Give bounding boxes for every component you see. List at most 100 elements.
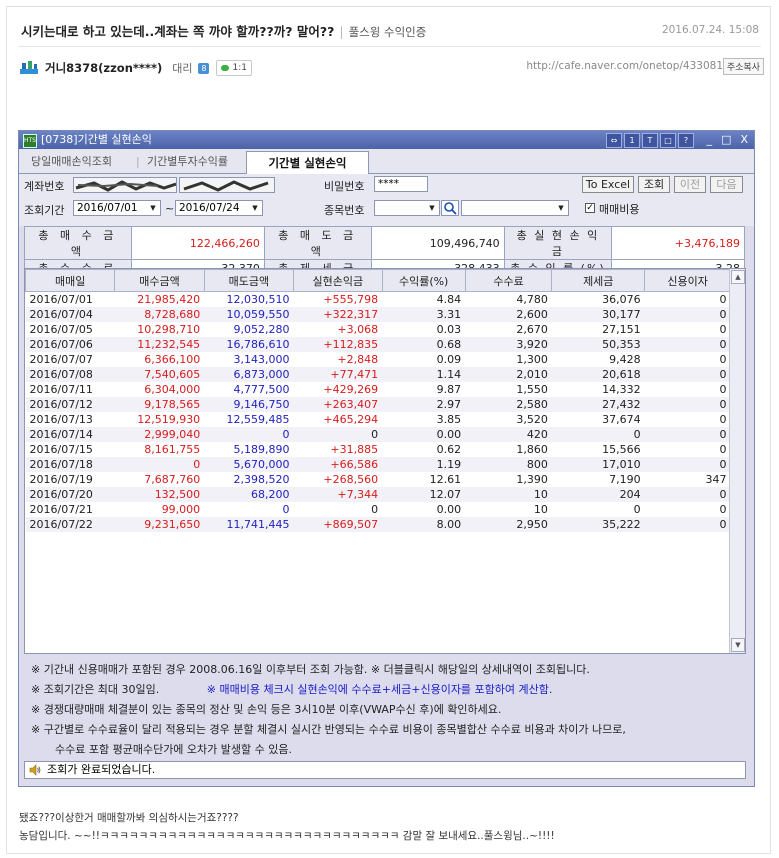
password-input[interactable]: **** bbox=[374, 176, 428, 192]
col-fee[interactable]: 수수료 bbox=[464, 269, 553, 292]
table-row[interactable]: 2016/07/07 6,366,100 3,143,000 +2,848 0.09 1,… bbox=[26, 352, 731, 367]
next-button[interactable]: 다음 bbox=[710, 176, 743, 193]
cell-credit-interest: 0 bbox=[644, 427, 731, 442]
note-period: ※ 조회기간은 최대 30일임. ※ 매매비용 체크시 실현손익에 수수료+세금… bbox=[31, 681, 552, 697]
author-avatar-icon bbox=[20, 61, 38, 74]
query-button[interactable]: 조회 bbox=[638, 176, 670, 193]
cell-sell-amount: 12,559,485 bbox=[226, 413, 290, 426]
chat-badge[interactable]: 1:1 bbox=[216, 60, 252, 76]
cell-realized-pnl: +268,560 bbox=[323, 473, 379, 486]
cell-buy-amount: 7,540,605 bbox=[114, 367, 205, 382]
cell-return-rate: 0.68 bbox=[382, 337, 466, 352]
link-icon[interactable]: ⇔ bbox=[606, 133, 622, 148]
cell-realized-pnl: +3,068 bbox=[337, 323, 379, 336]
grid-header-row: 매매일 매수금액 매도금액 실현손익금 수익률(%) 수수료 제세금 신용이자 bbox=[25, 269, 731, 292]
cell-realized-pnl: +66,586 bbox=[293, 457, 383, 472]
chevron-down-icon[interactable]: ▼ bbox=[555, 202, 567, 214]
tab-period-return[interactable]: 기간별투자수익률 bbox=[147, 153, 228, 171]
cell-fee: 2,580 bbox=[465, 397, 552, 412]
text-icon[interactable]: T bbox=[642, 133, 658, 148]
account-number-field[interactable] bbox=[73, 177, 177, 193]
cell-return-rate: 0.03 bbox=[436, 323, 462, 336]
col-sell-amount[interactable]: 매도금액 bbox=[203, 269, 295, 292]
col-realized-pnl[interactable]: 실현손익금 bbox=[293, 269, 383, 292]
stock-name-select[interactable]: ▼ bbox=[461, 200, 569, 216]
cell-sell-amount: 10,059,550 bbox=[204, 307, 294, 322]
cell-tax: 37,674 bbox=[602, 413, 641, 426]
date-to-input[interactable]: 2016/07/24 ▼ bbox=[175, 200, 263, 216]
col-return-rate[interactable]: 수익률(%) bbox=[381, 269, 466, 292]
post-comment-1: 됐죠???이상한거 매매할까봐 의심하시는거죠???? bbox=[19, 812, 239, 824]
table-row[interactable]: 2016/07/18 0 5,670,000 +66,586 1.19 800 17,010… bbox=[25, 457, 731, 472]
table-row[interactable]: 2016/07/14 2,999,040 0 0 0.00 420 0 0 bbox=[25, 427, 731, 442]
cell-trade-date: 2016/07/21 bbox=[29, 503, 93, 516]
table-row[interactable]: 2016/07/04 8,728,680 10,059,550 +322,317 3.3… bbox=[25, 307, 731, 322]
col-trade-date[interactable]: 매매일 bbox=[25, 269, 116, 292]
cell-realized-pnl: +465,294 bbox=[323, 413, 379, 426]
cell-tax: 30,177 bbox=[551, 307, 645, 322]
scroll-down-icon[interactable]: ▼ bbox=[731, 638, 745, 652]
col-buy-amount[interactable]: 매수금액 bbox=[114, 269, 205, 292]
fee-checkbox[interactable]: ✓ bbox=[585, 203, 595, 213]
grid-scrollbar[interactable]: ▲ ▼ bbox=[729, 269, 745, 653]
number-icon[interactable]: 1 bbox=[624, 133, 640, 148]
copy-icon[interactable]: □ bbox=[660, 133, 676, 148]
col-tax[interactable]: 제세금 bbox=[551, 269, 646, 292]
scroll-up-icon[interactable]: ▲ bbox=[731, 270, 745, 284]
tab-daily-pnl[interactable]: 당일매매손익조회 bbox=[31, 153, 112, 171]
cell-fee: 420 bbox=[465, 427, 552, 442]
note-vwap: ※ 경쟁대량매매 체결분이 있는 종목의 정산 및 손익 등은 3시10분 이후… bbox=[31, 703, 502, 716]
cell-return-rate: 4.84 bbox=[436, 293, 462, 306]
table-row[interactable]: 2016/07/15 8,161,755 5,189,890 +31,885 0.62 1… bbox=[26, 442, 731, 457]
col-credit-interest[interactable]: 신용이자 bbox=[644, 269, 731, 292]
author-name[interactable]: 거니8378(zzon****) bbox=[45, 60, 162, 76]
minimize-icon[interactable]: _ bbox=[707, 131, 713, 149]
table-row[interactable]: 2016/07/06 11,232,545 16,786,610 +112,835 0.… bbox=[25, 337, 731, 352]
maximize-icon[interactable]: □ bbox=[721, 131, 731, 149]
table-row[interactable]: 2016/07/01 21,985,420 12,030,510 +555,798 4.… bbox=[26, 292, 731, 308]
cell-trade-date: 2016/07/15 bbox=[29, 443, 93, 456]
table-row[interactable]: 2016/07/22 9,231,650 11,741,445 +869,507 8.0… bbox=[25, 517, 731, 532]
cell-buy-amount: 132,500 bbox=[114, 487, 205, 502]
cell-realized-pnl: +263,407 bbox=[293, 397, 383, 412]
cell-sell-amount: 11,741,445 bbox=[204, 517, 294, 532]
copy-url-button[interactable]: 주소복사 bbox=[722, 58, 764, 75]
chevron-down-icon[interactable]: ▼ bbox=[147, 202, 159, 214]
post-url[interactable]: http://cafe.naver.com/onetop/433081 bbox=[526, 60, 723, 72]
table-row[interactable]: 2016/07/05 10,298,710 9,052,280 +3,068 0.03 2… bbox=[26, 322, 731, 337]
close-icon[interactable]: X bbox=[740, 131, 748, 149]
chevron-down-icon[interactable]: ▼ bbox=[426, 202, 438, 214]
cell-return-rate: 1.19 bbox=[382, 457, 466, 472]
prev-button[interactable]: 이전 bbox=[674, 176, 706, 193]
chevron-down-icon[interactable]: ▼ bbox=[249, 202, 261, 214]
stock-code-label: 종목번호 bbox=[324, 204, 365, 217]
table-row[interactable]: 2016/07/20 132,500 68,200 +7,344 12.07 10 204 0 bbox=[25, 487, 731, 502]
table-row[interactable]: 2016/07/21 99,000 0 0 0.00 10 0 0 bbox=[26, 502, 731, 517]
cell-fee: 2,950 bbox=[465, 517, 552, 532]
help-icon[interactable]: ? bbox=[678, 133, 694, 148]
cell-credit-interest: 0 bbox=[719, 443, 727, 456]
cell-credit-interest: 0 bbox=[719, 293, 727, 306]
board-name[interactable]: 풀스윙 수익인증 bbox=[349, 25, 427, 39]
table-row[interactable]: 2016/07/19 7,687,760 2,398,520 +268,560 12.6… bbox=[26, 472, 731, 487]
cell-buy-amount: 7,687,760 bbox=[144, 473, 201, 486]
cell-trade-date: 2016/07/04 bbox=[25, 307, 115, 322]
post-title[interactable]: 시키는대로 하고 있는데..계좌는 쪽 까야 할까??까? 말어?? | 풀스윙 수… bbox=[21, 21, 426, 40]
to-excel-button[interactable]: To Excel bbox=[582, 176, 634, 193]
total-pnl-label: 총 실 현 손 익 금 bbox=[503, 226, 613, 260]
table-row[interactable]: 2016/07/12 9,178,565 9,146,750 +263,407 2.97… bbox=[25, 397, 731, 412]
total-buy-label: 총 매 수 금 액 bbox=[24, 226, 132, 260]
cell-fee: 10 bbox=[533, 503, 548, 516]
cell-trade-date: 2016/07/20 bbox=[25, 487, 115, 502]
stock-search-button[interactable] bbox=[441, 200, 459, 216]
table-row[interactable]: 2016/07/11 6,304,000 4,777,500 +429,269 9.87… bbox=[26, 382, 731, 397]
cell-trade-date: 2016/07/06 bbox=[25, 337, 115, 352]
stock-code-input[interactable]: ▼ bbox=[374, 200, 440, 216]
window-titlebar[interactable]: HTS [0738]기간별 실현손익 ⇔ 1 T □ ? _ □ X bbox=[19, 131, 754, 149]
date-from-input[interactable]: 2016/07/01 ▼ bbox=[73, 200, 161, 216]
table-row[interactable]: 2016/07/13 12,519,930 12,559,485 +465,294 3.… bbox=[26, 412, 731, 427]
cell-buy-amount: 8,728,680 bbox=[114, 307, 205, 322]
table-row[interactable]: 2016/07/08 7,540,605 6,873,000 +77,471 1.14 2… bbox=[25, 367, 731, 382]
tab-period-realized-pnl[interactable]: 기간별 실현손익 bbox=[246, 151, 369, 174]
cell-fee: 3,520 bbox=[516, 413, 548, 426]
